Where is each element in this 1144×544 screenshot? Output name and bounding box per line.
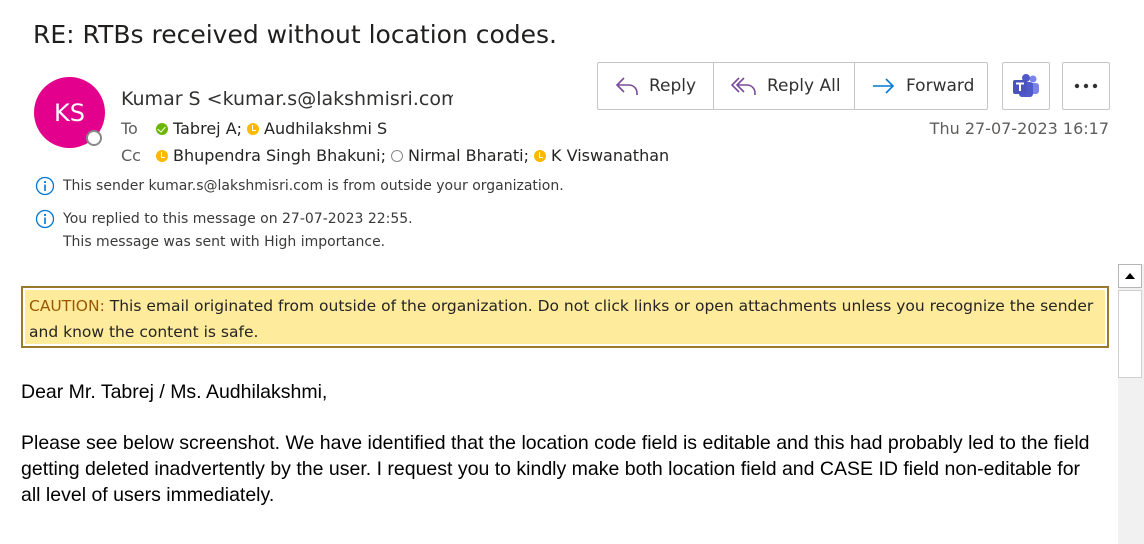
message-subject: RE: RTBs received without location codes… — [33, 20, 557, 49]
recipient-audhilakshmi[interactable]: Audhilakshmi S — [264, 119, 387, 138]
sender-name[interactable]: Kumar S <kumar.s@lakshmisri.com> — [121, 88, 453, 110]
caution-message: This email originated from outside of th… — [29, 297, 1094, 341]
presence-offline-icon — [390, 149, 403, 162]
scroll-up-button[interactable] — [1118, 264, 1142, 288]
presence-away-icon — [156, 149, 168, 162]
reply-icon — [615, 77, 638, 95]
to-recipients: Tabrej A; Audhilakshmi S — [156, 119, 387, 138]
cc-label: Cc — [121, 146, 141, 165]
reply-button[interactable]: Reply — [598, 63, 713, 109]
caution-label: CAUTION: — [29, 297, 105, 315]
presence-away-icon — [247, 122, 260, 135]
reply-label: Reply — [649, 76, 697, 96]
sent-date: Thu 27-07-2023 16:17 — [929, 119, 1109, 138]
external-sender-notice: This sender kumar.s@lakshmisri.com is fr… — [63, 178, 564, 194]
presence-away-icon — [534, 149, 547, 162]
recipient-viswanathan[interactable]: K Viswanathan — [551, 146, 669, 165]
reply-all-icon — [730, 77, 756, 95]
info-icon — [35, 176, 55, 196]
body-paragraph: Please see below screenshot. We have ide… — [21, 432, 1090, 506]
recipient-tabrej[interactable]: Tabrej A; — [173, 119, 242, 138]
teams-icon — [1013, 74, 1039, 97]
replied-notice[interactable]: You replied to this message on 27-07-202… — [63, 211, 413, 227]
presence-offline-icon — [86, 130, 102, 146]
caution-banner: CAUTION: This email originated from outs… — [21, 286, 1109, 348]
triangle-up-icon — [1125, 273, 1135, 279]
caution-text: CAUTION: This email originated from outs… — [25, 290, 1105, 344]
more-icon — [1074, 83, 1098, 89]
to-label: To — [121, 119, 138, 138]
forward-label: Forward — [906, 76, 975, 96]
avatar-initials: KS — [54, 98, 85, 127]
scrollbar-thumb[interactable] — [1118, 290, 1142, 378]
importance-notice: This message was sent with High importan… — [63, 234, 386, 250]
reply-all-label: Reply All — [767, 76, 841, 96]
body-greeting: Dear Mr. Tabrej / Ms. Audhilakshmi, — [21, 381, 328, 403]
info-icon — [35, 209, 55, 229]
reply-actions: Reply Reply All Forward — [597, 62, 988, 110]
recipient-bhupendra[interactable]: Bhupendra Singh Bhakuni; — [173, 146, 386, 165]
reply-all-button[interactable]: Reply All — [713, 63, 854, 109]
more-actions-button[interactable] — [1062, 62, 1110, 110]
teams-button[interactable] — [1002, 62, 1050, 110]
forward-icon — [873, 78, 895, 94]
recipient-nirmal[interactable]: Nirmal Bharati; — [408, 146, 529, 165]
forward-button[interactable]: Forward — [854, 63, 987, 109]
presence-available-icon — [156, 122, 168, 135]
cc-recipients: Bhupendra Singh Bhakuni; Nirmal Bharati;… — [156, 146, 669, 165]
